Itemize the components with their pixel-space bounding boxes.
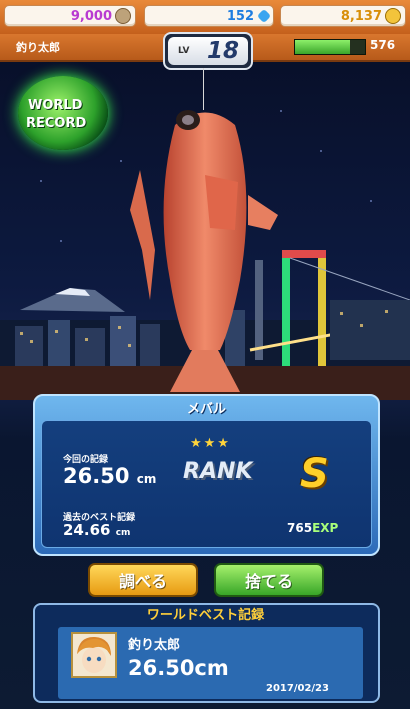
coins-counter[interactable]: 9,000: [4, 5, 136, 27]
current-record-value: 26.50 cm: [63, 464, 156, 488]
coins-value: 9,000: [70, 8, 112, 24]
level-value: 18: [207, 38, 240, 64]
fish-image: [130, 110, 278, 392]
record-date: 2017/02/23: [266, 683, 329, 694]
exp-progress-fill: [295, 40, 350, 54]
player-name: 釣り太郎: [16, 41, 60, 54]
world-record-badge: WORLD RECORD: [18, 76, 108, 150]
record-holder-avatar[interactable]: [71, 632, 117, 678]
world-record-line1: WORLD: [28, 98, 83, 113]
release-button[interactable]: 捨てる: [214, 563, 324, 597]
fish-name: メバル: [186, 402, 226, 417]
exp-gain: 765EXP: [287, 521, 338, 535]
record-holder-name: 釣り太郎: [128, 638, 181, 653]
gold-value: 8,137: [340, 8, 382, 24]
current-record-unit: cm: [136, 472, 157, 486]
current-record-number: 26.50: [63, 464, 130, 488]
rarity-stars: ★★★: [190, 436, 231, 451]
level-label: LV: [178, 46, 190, 56]
world-best-title: ワールドベスト記録: [40, 605, 371, 627]
best-record-unit: cm: [115, 528, 131, 538]
gold-counter[interactable]: 8,137: [280, 5, 406, 27]
inspect-button[interactable]: 調べる: [88, 563, 198, 597]
gems-value: 152: [226, 8, 254, 24]
world-record-line2: RECORD: [26, 116, 87, 131]
exp-progress-bar: [294, 39, 366, 55]
gold-coin-icon: [385, 8, 401, 24]
rank-grade: S: [300, 451, 329, 497]
record-holder-size: 26.50cm: [128, 656, 229, 680]
game-scene: 9,000 152 8,137 釣り太郎 LV 18 576 WORLD REC…: [0, 0, 410, 709]
avatar-portrait: [77, 636, 111, 673]
gem-icon: [256, 8, 272, 24]
coin-icon: [115, 8, 131, 24]
exp-value: 576: [370, 38, 396, 52]
gems-counter[interactable]: 152: [144, 5, 274, 27]
best-record-number: 24.66: [63, 521, 111, 539]
exp-gain-unit: EXP: [312, 521, 339, 535]
best-record-value: 24.66 cm: [63, 521, 130, 539]
level-display: LV 18: [163, 32, 253, 70]
rank-label: RANK: [183, 459, 253, 484]
exp-gain-value: 765: [287, 521, 313, 535]
